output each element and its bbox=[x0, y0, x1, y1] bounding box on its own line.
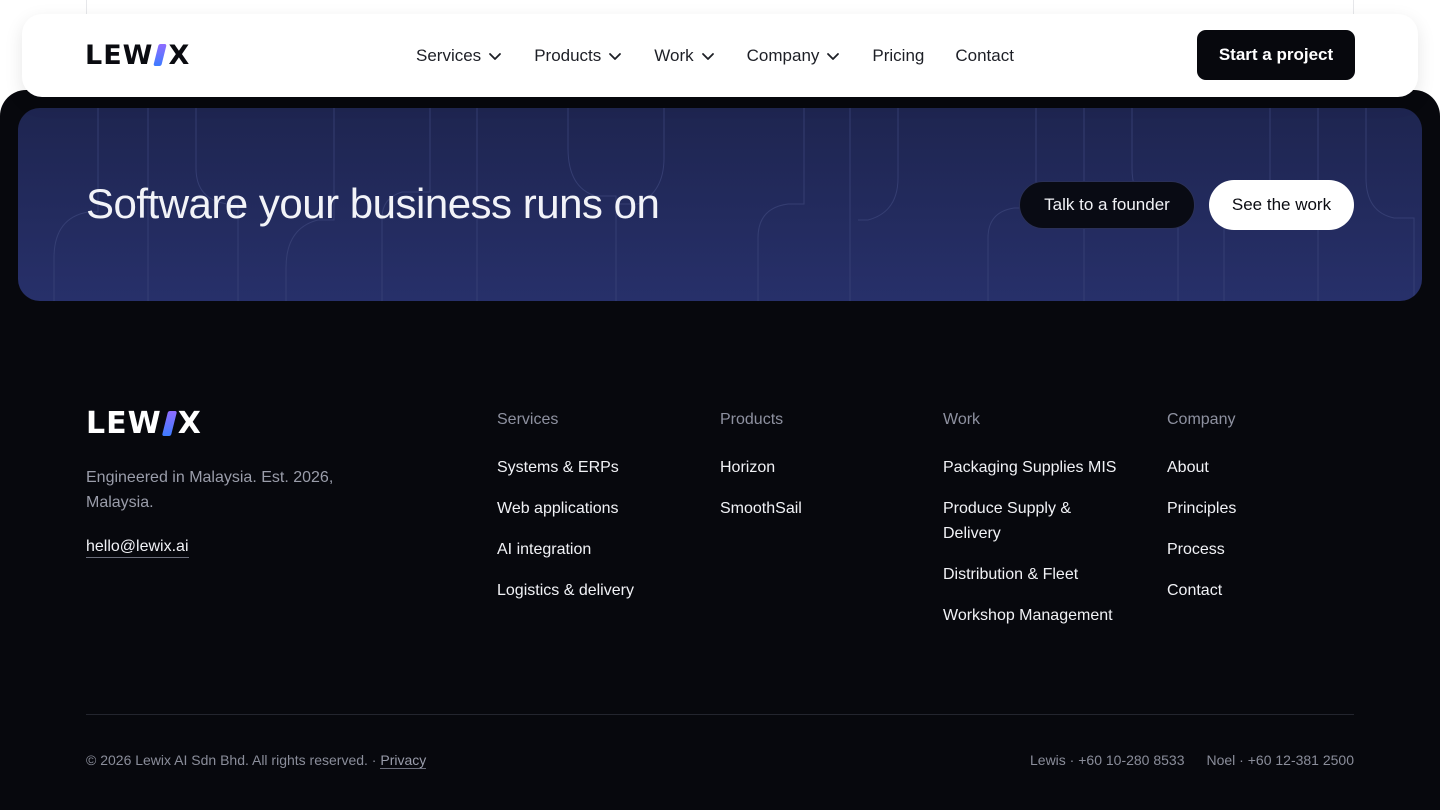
privacy-link[interactable]: Privacy bbox=[380, 752, 427, 769]
chevron-down-icon bbox=[609, 53, 622, 60]
site-header: LEW X Services Products Work Company Pric… bbox=[22, 14, 1418, 97]
column-heading: Services bbox=[497, 411, 559, 428]
footer-link[interactable]: Web applications bbox=[497, 496, 697, 521]
nav-products[interactable]: Products bbox=[534, 46, 623, 66]
footer-column-services: Services Systems & ERPs Web applications… bbox=[497, 411, 697, 619]
nav-label: Work bbox=[654, 46, 694, 65]
nav-company[interactable]: Company bbox=[747, 46, 842, 66]
logo-accent-icon bbox=[161, 410, 177, 436]
logo-text-right: X bbox=[168, 39, 191, 71]
main-nav: Services Products Work Company Pricing C… bbox=[416, 41, 1045, 71]
start-project-button[interactable]: Start a project bbox=[1197, 30, 1355, 80]
nav-pricing[interactable]: Pricing bbox=[872, 46, 924, 66]
header-logo[interactable]: LEW X bbox=[85, 39, 191, 71]
logo-text-left: LEW bbox=[85, 39, 154, 71]
footer-link[interactable]: Logistics & delivery bbox=[497, 578, 697, 603]
cta-banner: Software your business runs on Talk to a… bbox=[18, 108, 1422, 301]
nav-label: Products bbox=[534, 46, 602, 65]
nav-label: Pricing bbox=[872, 46, 925, 65]
nav-services[interactable]: Services bbox=[416, 46, 503, 66]
column-heading: Products bbox=[720, 411, 784, 428]
nav-label: Services bbox=[416, 46, 482, 65]
footer-link[interactable]: Principles bbox=[1167, 496, 1367, 521]
chevron-down-icon bbox=[489, 53, 502, 60]
top-guide-lines bbox=[86, 0, 1354, 14]
see-work-button[interactable]: See the work bbox=[1209, 180, 1354, 230]
footer-logo[interactable]: LEW X bbox=[86, 405, 202, 441]
footer-link[interactable]: Workshop Management bbox=[943, 603, 1143, 628]
chevron-down-icon bbox=[701, 53, 714, 60]
logo-accent-icon bbox=[153, 44, 168, 66]
logo-text-right: X bbox=[177, 405, 202, 441]
email-link[interactable]: hello@lewix.ai bbox=[86, 538, 189, 558]
nav-work[interactable]: Work bbox=[654, 46, 715, 66]
footer-link[interactable]: Systems & ERPs bbox=[497, 455, 697, 480]
footer-column-products: Products Horizon SmoothSail bbox=[720, 411, 920, 537]
footer-link[interactable]: Packaging Supplies MIS bbox=[943, 455, 1143, 480]
banner-title: Software your business runs on bbox=[86, 180, 660, 227]
footer-contacts: Lewis · +60 10-280 8533 Noel · +60 12-38… bbox=[1030, 752, 1354, 768]
copyright: © 2026 Lewix AI Sdn Bhd. All rights rese… bbox=[86, 752, 427, 769]
chevron-down-icon bbox=[827, 53, 840, 60]
footer-link[interactable]: Process bbox=[1167, 537, 1367, 562]
footer-column-company: Company About Principles Process Contact bbox=[1167, 411, 1367, 619]
column-heading: Work bbox=[943, 411, 981, 428]
footer-link[interactable]: Distribution & Fleet bbox=[943, 562, 1143, 587]
footer-divider bbox=[86, 714, 1354, 715]
footer-link[interactable]: AI integration bbox=[497, 537, 697, 562]
footer-column-work: Work Packaging Supplies MIS Produce Supp… bbox=[943, 411, 1143, 644]
footer-tagline: Engineered in Malaysia. Est. 2026, Malay… bbox=[86, 469, 334, 511]
nav-label: Company bbox=[746, 46, 820, 65]
logo-text-left: LEW bbox=[86, 405, 162, 441]
contact-noel[interactable]: Noel · +60 12-381 2500 bbox=[1207, 752, 1355, 768]
footer-link[interactable]: Produce Supply & Delivery bbox=[943, 496, 1093, 546]
footer-link[interactable]: SmoothSail bbox=[720, 496, 920, 521]
footer-link[interactable]: About bbox=[1167, 455, 1367, 480]
copyright-text: © 2026 Lewix AI Sdn Bhd. All rights rese… bbox=[86, 752, 377, 768]
contact-lewis[interactable]: Lewis · +60 10-280 8533 bbox=[1030, 752, 1185, 768]
nav-label: Contact bbox=[955, 46, 1014, 65]
talk-to-founder-button[interactable]: Talk to a founder bbox=[1019, 181, 1195, 229]
footer-link[interactable]: Horizon bbox=[720, 455, 920, 480]
nav-contact[interactable]: Contact bbox=[955, 46, 1014, 66]
column-heading: Company bbox=[1167, 411, 1236, 428]
footer-link[interactable]: Contact bbox=[1167, 578, 1367, 603]
